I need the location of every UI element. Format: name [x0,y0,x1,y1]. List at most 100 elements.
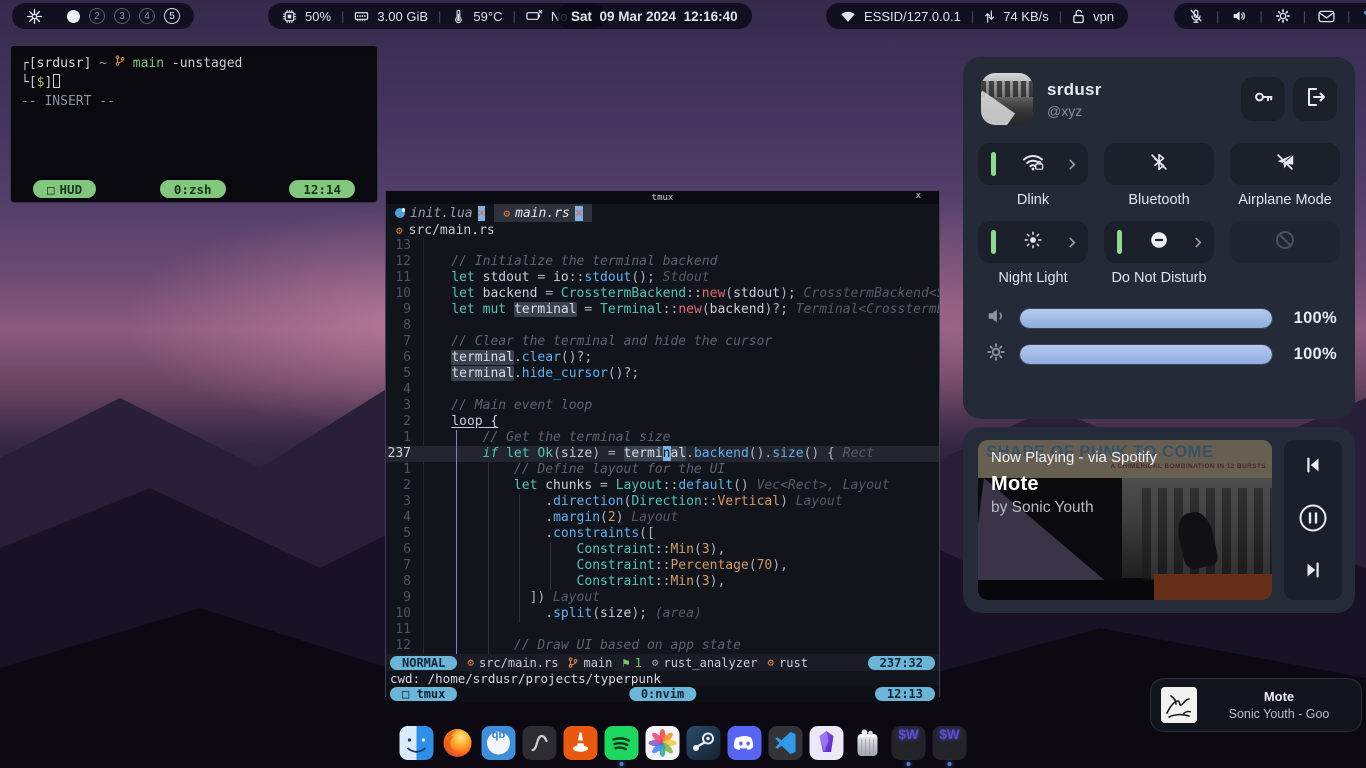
trash-icon[interactable] [851,726,885,760]
dock-item-finder[interactable] [400,726,434,766]
previous-track-button[interactable] [1302,454,1324,481]
tmux-session-pill[interactable]: □ tmux [390,687,457,701]
code-line: 11 let stdout = io::stdout(); Stdout [386,270,939,286]
lsp-indicator: ⚙rust_analyzer [652,656,758,670]
code-line: 3 .direction(Direction::Vertical) Layout [386,494,939,510]
avatar[interactable] [981,73,1033,125]
logo-star-icon[interactable] [26,8,43,25]
finder-icon[interactable] [400,726,434,760]
tmux-session-pill[interactable]: □HUD [33,180,96,198]
vscode-icon[interactable] [769,726,803,760]
settings-gear-icon[interactable] [1275,8,1291,24]
notification-body: Sonic Youth - Goo [1207,707,1351,721]
dock-item-steam[interactable] [687,726,721,766]
keyring-button[interactable] [1241,77,1285,121]
terminal-window[interactable]: ┌[srdusr] ~ main -unstaged └[$] -- INSER… [10,45,378,203]
notification-toast[interactable]: Mote Sonic Youth - Goo [1150,678,1362,732]
vim-mode-pill: NORMAL [390,656,457,670]
speaker-icon[interactable] [1231,8,1247,24]
dock-item-photos[interactable] [646,726,680,766]
notification-title: Mote [1207,689,1351,704]
tab-init-lua[interactable]: init.lua × [386,204,494,222]
logout-button[interactable] [1293,77,1337,121]
workspace-pill: 2345 [12,3,194,29]
dock-item-sw2[interactable]: $W [933,726,967,766]
microphone-muted-icon[interactable] [1188,8,1204,24]
toggle-night-light[interactable] [978,221,1088,263]
unlocked-padlock-icon [1072,9,1085,24]
dock-item-qbittorrent[interactable]: qb [482,726,516,766]
photos-icon[interactable] [646,726,680,760]
toggle-bluetooth[interactable] [1104,143,1214,185]
workspace-3[interactable]: 3 [114,8,130,24]
code-line: 8 Constraint::Min(3), [386,574,939,590]
dock-item-mpv[interactable] [523,726,557,766]
close-tab-icon[interactable]: × [575,206,583,221]
sw2-icon[interactable]: $W [933,726,967,760]
btoff-icon [1148,151,1170,178]
diagnostics-hint: ⚑1 [622,656,641,670]
album-art[interactable]: SHAPE OF PUNK TO COME A CHIMERICAL BOMBI… [978,440,1272,600]
close-window-button[interactable]: x [916,191,921,201]
workspace-1[interactable] [67,10,80,23]
code-line: 5 terminal.hide_cursor()?; [386,366,939,382]
qbittorrent-icon[interactable]: qb [482,726,516,760]
toggle-blocked[interactable] [1230,221,1340,263]
clock[interactable]: Sat 09 Mar 2024 12:16:40 [557,3,752,29]
dock-item-spotify[interactable] [605,726,639,766]
dock-item-firefox[interactable] [441,726,475,766]
volume-value: 100% [1285,309,1337,328]
vlc-icon[interactable] [564,726,598,760]
statusline-file[interactable]: ⚙src/main.rs [467,656,558,670]
firefox-icon[interactable] [441,726,475,760]
dock-item-vlc[interactable] [564,726,598,766]
dock-item-sw1[interactable]: $W [892,726,926,766]
tmux-window-pill[interactable]: 0:nvim [629,687,696,701]
toggle-do-not-disturb[interactable] [1104,221,1214,263]
chevron-right-icon[interactable] [1194,236,1203,249]
mail-icon[interactable] [1318,10,1335,23]
toggle-on-indicator [991,152,996,176]
obsidian-icon[interactable] [810,726,844,760]
toggle-label: Dlink [1017,192,1049,209]
editor-window[interactable]: tmux x init.lua × ⚙ main.rs × ⚙ src/main… [385,190,940,697]
toggle-airplane-mode[interactable] [1230,143,1340,185]
dock-item-discord[interactable] [728,726,762,766]
toggle-label: Do Not Disturb [1111,270,1206,287]
cwd-line: cwd: /home/srdusr/projects/typerpunk [386,671,939,686]
workspace-5[interactable]: 5 [164,8,180,24]
dock-item-obsidian[interactable] [810,726,844,766]
tab-main-rs[interactable]: ⚙ main.rs × [494,204,591,222]
dock-item-trash[interactable] [851,726,885,766]
mpv-icon[interactable] [523,726,557,760]
spotify-icon[interactable] [605,726,639,760]
workspace-indicators[interactable]: 2345 [67,8,180,24]
window-titlebar[interactable]: tmux x [386,191,939,204]
essid[interactable]: ESSID/127.0.0.1 [864,9,961,24]
brightness-slider[interactable] [1019,344,1273,365]
vpn-label[interactable]: vpn [1093,9,1114,24]
now-playing-caption: Now Playing - via Spotify [991,449,1157,466]
steam-icon[interactable] [687,726,721,760]
chevron-right-icon[interactable] [1068,236,1077,249]
workspace-4[interactable]: 4 [139,8,155,24]
code-area[interactable]: 1312 // Initialize the terminal backend1… [386,238,939,654]
next-track-button[interactable] [1302,559,1324,586]
dock-item-vscode[interactable] [769,726,803,766]
code-line: 2 let chunks = Layout::default() Vec<Rec… [386,478,939,494]
statusline-git-branch[interactable]: main [568,656,612,670]
volume-slider[interactable] [1019,308,1273,329]
tmux-window-pill[interactable]: 0:zsh [160,180,226,198]
code-line: 12 // Initialize the terminal backend [386,254,939,270]
toggle-dlink[interactable] [978,143,1088,185]
thermometer-icon [451,9,465,24]
terminal-prompt-line1: ┌[srdusr] ~ main -unstaged [11,46,377,72]
chevron-down-icon[interactable] [1363,10,1366,22]
chevron-right-icon[interactable] [1068,158,1077,171]
sw1-icon[interactable]: $W [892,726,926,760]
pause-button[interactable] [1298,503,1328,538]
workspace-2[interactable]: 2 [89,8,105,24]
discord-icon[interactable] [728,726,762,760]
close-tab-icon[interactable]: × [478,206,486,221]
toggle-cell: Airplane Mode [1229,143,1341,219]
